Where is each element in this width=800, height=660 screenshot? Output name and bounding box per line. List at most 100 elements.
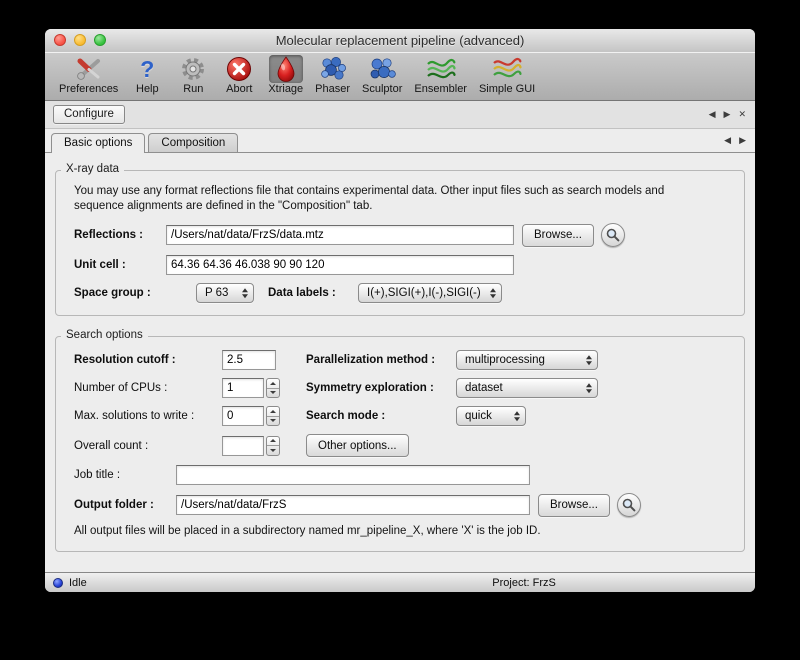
overall-count-stepper[interactable]: [266, 436, 280, 456]
number-of-cpus-input[interactable]: [222, 378, 264, 398]
tab-basic-options[interactable]: Basic options: [51, 133, 145, 153]
data-labels-value: I(+),SIGI(+),I(-),SIGI(-): [367, 287, 481, 299]
project-label: Project: FrzS: [492, 577, 556, 589]
overall-count-input[interactable]: [222, 436, 264, 456]
page-content: X-ray data You may use any format reflec…: [45, 153, 755, 572]
max-solutions-input[interactable]: [222, 406, 264, 426]
xtriage-drop-icon: [269, 55, 303, 83]
unit-cell-row: Unit cell :: [74, 255, 726, 275]
toolbar-label: Sculptor: [362, 83, 402, 95]
reflections-browse-button[interactable]: Browse...: [522, 224, 594, 247]
toolbar-item-xtriage[interactable]: Xtriage: [264, 55, 307, 95]
stepper-up-icon[interactable]: [267, 407, 279, 417]
parallelization-method-popup[interactable]: multiprocessing: [456, 350, 598, 370]
job-title-label: Job title :: [74, 469, 176, 481]
toolbar: Preferences ? Help Run: [45, 52, 755, 101]
parallelization-method-value: multiprocessing: [465, 354, 545, 366]
close-button[interactable]: [54, 34, 66, 46]
reflections-row: Reflections : Browse...: [74, 223, 726, 247]
xray-description: sequence alignments are defined in the "…: [74, 199, 726, 214]
unit-cell-input[interactable]: [166, 255, 514, 275]
popup-arrows-icon: [242, 288, 248, 298]
toolbar-label: Ensembler: [414, 83, 467, 95]
data-labels-popup[interactable]: I(+),SIGI(+),I(-),SIGI(-): [358, 283, 502, 303]
reflections-label: Reflections :: [74, 229, 166, 241]
overall-count-row: Overall count : Other options...: [74, 434, 726, 457]
output-folder-browse-button[interactable]: Browse...: [538, 494, 610, 517]
reflections-view-button[interactable]: [601, 223, 625, 247]
space-group-label: Space group :: [74, 287, 196, 299]
magnifier-icon: [622, 498, 636, 512]
max-solutions-stepper[interactable]: [266, 406, 280, 426]
toolbar-item-phaser[interactable]: Phaser: [311, 55, 354, 95]
symmetry-exploration-popup[interactable]: dataset: [456, 378, 598, 398]
search-options-group: Search options Resolution cutoff : Paral…: [55, 336, 745, 552]
reflections-input[interactable]: [166, 225, 514, 245]
output-folder-label: Output folder :: [74, 499, 176, 511]
gear-icon: [176, 55, 210, 83]
scroll-right-icon[interactable]: ▶: [724, 109, 731, 120]
scroll-left-icon[interactable]: ◀: [709, 109, 716, 120]
stepper-up-icon[interactable]: [267, 437, 279, 447]
resolution-row: Resolution cutoff : Parallelization meth…: [74, 350, 726, 370]
status-indicator-icon: [53, 578, 63, 588]
other-options-button[interactable]: Other options...: [306, 434, 409, 457]
toolbar-item-abort[interactable]: Abort: [218, 55, 260, 95]
search-mode-value: quick: [465, 410, 492, 422]
symmetry-exploration-label: Symmetry exploration :: [306, 382, 456, 394]
search-mode-popup[interactable]: quick: [456, 406, 526, 426]
resolution-cutoff-label: Resolution cutoff :: [74, 354, 222, 366]
toolbar-item-help[interactable]: ? Help: [126, 55, 168, 95]
unit-cell-label: Unit cell :: [74, 259, 166, 271]
scroll-left-icon[interactable]: ◀: [724, 135, 731, 146]
popup-arrows-icon: [514, 411, 520, 421]
tab-composition[interactable]: Composition: [148, 133, 238, 152]
space-group-row: Space group : P 63 Data labels : I(+),SI…: [74, 283, 726, 303]
toolbar-item-run[interactable]: Run: [172, 55, 214, 95]
space-group-value: P 63: [205, 287, 228, 299]
toolbar-label: Phaser: [315, 83, 350, 95]
group-title: Search options: [61, 329, 148, 341]
number-of-cpus-label: Number of CPUs :: [74, 382, 222, 394]
stepper-down-icon[interactable]: [267, 446, 279, 455]
sculptor-molecule-icon: [365, 55, 399, 83]
help-icon: ?: [130, 55, 164, 83]
stepper-down-icon[interactable]: [267, 389, 279, 398]
minimize-button[interactable]: [74, 34, 86, 46]
magnifier-icon: [606, 228, 620, 242]
simple-gui-ribbon-icon: [490, 55, 524, 83]
toolbar-item-preferences[interactable]: Preferences: [55, 55, 122, 95]
toolbar-label: Preferences: [59, 83, 118, 95]
output-folder-row: Output folder : Browse...: [74, 493, 726, 517]
output-folder-input[interactable]: [176, 495, 530, 515]
stepper-down-icon[interactable]: [267, 417, 279, 426]
scroll-right-icon[interactable]: ▶: [739, 135, 746, 146]
resolution-cutoff-input[interactable]: [222, 350, 276, 370]
toolbar-label: Abort: [226, 83, 252, 95]
popup-arrows-icon: [586, 383, 592, 393]
output-folder-view-button[interactable]: [617, 493, 641, 517]
stepper-up-icon[interactable]: [267, 379, 279, 389]
doc-tab-nav: ◀ ▶ ✕: [709, 101, 746, 128]
toolbar-label: Help: [136, 83, 159, 95]
cpus-stepper[interactable]: [266, 378, 280, 398]
max-solutions-row: Max. solutions to write : Search mode : …: [74, 406, 726, 426]
space-group-popup[interactable]: P 63: [196, 283, 254, 303]
data-labels-label: Data labels :: [268, 287, 358, 299]
zoom-button[interactable]: [94, 34, 106, 46]
tab-configure[interactable]: Configure: [53, 105, 125, 124]
toolbar-item-ensembler[interactable]: Ensembler: [410, 55, 471, 95]
popup-arrows-icon: [490, 288, 496, 298]
toolbar-label: Run: [183, 83, 203, 95]
document-tab-strip: Configure ◀ ▶ ✕: [45, 101, 755, 129]
traffic-lights: [54, 34, 106, 46]
close-tab-icon[interactable]: ✕: [738, 109, 746, 120]
toolbar-item-simple-gui[interactable]: Simple GUI: [475, 55, 539, 95]
max-solutions-label: Max. solutions to write :: [74, 410, 222, 422]
job-title-input[interactable]: [176, 465, 530, 485]
toolbar-item-sculptor[interactable]: Sculptor: [358, 55, 406, 95]
phaser-molecule-icon: [316, 55, 350, 83]
status-bar: Idle Project: FrzS: [45, 572, 755, 592]
job-title-row: Job title :: [74, 465, 726, 485]
overall-count-label: Overall count :: [74, 440, 222, 452]
